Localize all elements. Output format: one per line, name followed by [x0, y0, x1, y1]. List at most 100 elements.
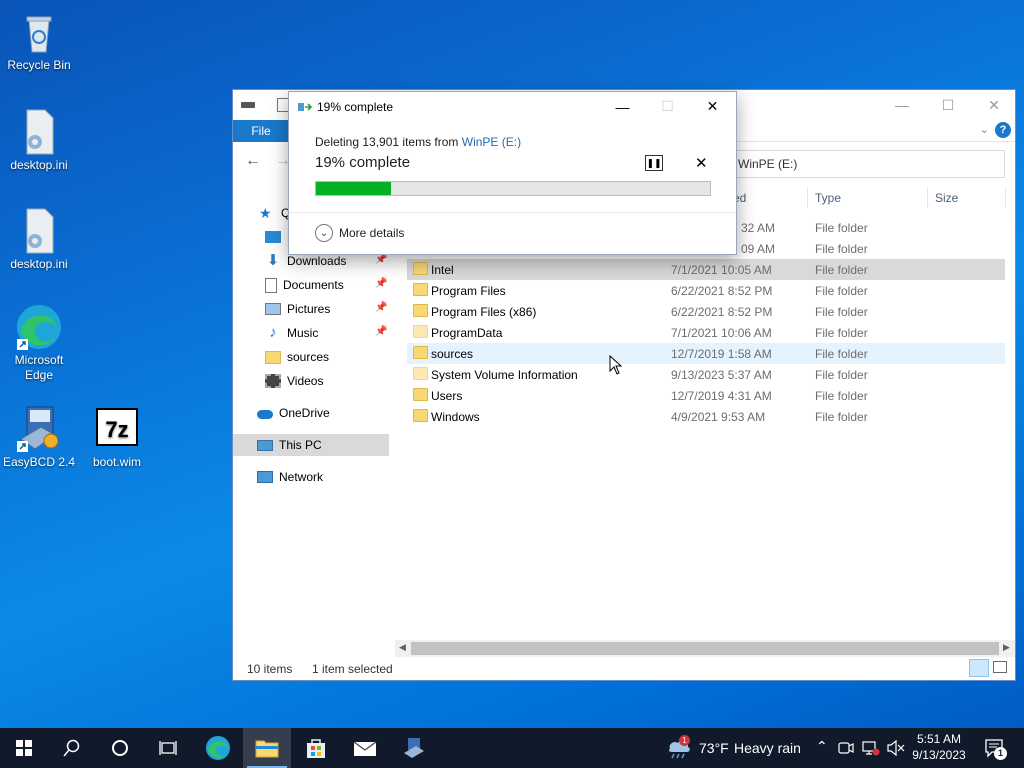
- weather-widget[interactable]: 1 73°F Heavy rain: [664, 728, 804, 768]
- cancel-operation-button[interactable]: ✕: [695, 154, 708, 172]
- desktop-icon-edge[interactable]: Microsoft Edge: [0, 303, 78, 383]
- delete-progress-dialog[interactable]: 19% complete — ☐ ✕ Deleting 13,901 items…: [288, 91, 737, 255]
- desktop-icon-recycle-bin[interactable]: Recycle Bin: [0, 8, 78, 73]
- help-icon[interactable]: ?: [995, 122, 1011, 138]
- column-header-date[interactable]: ed: [733, 188, 805, 208]
- nav-item-onedrive[interactable]: OneDrive: [257, 402, 389, 424]
- show-hidden-icons-chevron-up-icon[interactable]: ⌃: [816, 738, 828, 755]
- task-view-icon: [159, 741, 177, 755]
- large-icons-view-icon[interactable]: [993, 661, 1007, 673]
- meet-now-icon[interactable]: [838, 740, 854, 756]
- more-details-toggle[interactable]: ⌄ More details: [315, 224, 404, 242]
- dialog-divider: [289, 212, 736, 213]
- desktop-icon-desktop-ini-1[interactable]: desktop.ini: [0, 108, 78, 173]
- file-row[interactable]: Program Files (x86) 6/22/2021 8:52 PM Fi…: [407, 301, 1005, 322]
- expand-ribbon-icon[interactable]: ⌄: [980, 123, 989, 136]
- taskbar-easybcd[interactable]: [390, 728, 438, 768]
- desktop-icon-boot-wim[interactable]: 7z boot.wim: [78, 405, 156, 470]
- pin-icon[interactable]: 📌: [375, 302, 387, 313]
- file-name: Windows: [431, 410, 480, 424]
- notification-count-badge: 1: [994, 747, 1007, 760]
- clock-date: 9/13/2023: [912, 748, 966, 762]
- horizontal-scrollbar[interactable]: ◀ ▶: [395, 640, 1015, 657]
- pause-button[interactable]: ❚❚: [645, 155, 663, 171]
- explorer-close-button[interactable]: ✕: [971, 90, 1017, 120]
- explorer-minimize-button[interactable]: —: [879, 90, 925, 120]
- search-button[interactable]: [48, 728, 96, 768]
- edge-icon: [206, 736, 230, 760]
- desktop-icon-label: desktop.ini: [10, 257, 68, 271]
- cortana-button[interactable]: [96, 728, 144, 768]
- nav-item-sources[interactable]: sources: [265, 346, 389, 368]
- weather-badge: 1: [679, 735, 690, 746]
- scroll-right-arrow-icon[interactable]: ▶: [1003, 642, 1010, 653]
- clock[interactable]: 5:51 AM 9/13/2023: [908, 731, 970, 765]
- file-type: File folder: [815, 368, 868, 382]
- film-icon: [265, 374, 281, 388]
- nav-item-documents[interactable]: Documents 📌: [265, 274, 389, 296]
- desktop-icon-label: boot.wim: [92, 455, 142, 469]
- task-view-button[interactable]: [144, 728, 192, 768]
- nav-item-pictures[interactable]: Pictures 📌: [265, 298, 389, 320]
- file-name: ProgramData: [431, 326, 503, 340]
- settings-file-icon: [15, 207, 63, 255]
- taskbar-file-explorer[interactable]: [243, 728, 291, 768]
- nav-label: Pictures: [287, 302, 331, 316]
- dialog-subtitle: Deleting 13,901 items from WinPE (E:): [315, 135, 521, 149]
- folder-icon: [413, 409, 428, 422]
- source-drive-link[interactable]: WinPE (E:): [462, 135, 521, 149]
- taskbar-store[interactable]: [292, 728, 340, 768]
- nav-item-videos[interactable]: Videos: [265, 370, 389, 392]
- folder-icon: [413, 262, 428, 275]
- dialog-close-button[interactable]: ✕: [690, 92, 735, 121]
- address-bar[interactable]: WinPE (E:): [733, 150, 1005, 178]
- taskbar-mail[interactable]: [341, 728, 389, 768]
- file-date: 6/22/2021 8:52 PM: [671, 284, 773, 298]
- nav-item-network[interactable]: Network: [257, 466, 389, 488]
- more-details-label: More details: [339, 226, 405, 240]
- subtitle-text: Deleting 13,901 items from: [315, 135, 462, 149]
- file-row[interactable]: Program Files 6/22/2021 8:52 PM File fol…: [407, 280, 1005, 301]
- file-row[interactable]: System Volume Information 9/13/2023 5:37…: [407, 364, 1005, 385]
- dialog-minimize-button[interactable]: —: [600, 92, 645, 121]
- start-button[interactable]: [0, 728, 48, 768]
- file-date: 4/9/2021 9:53 AM: [671, 410, 766, 424]
- drive-icon: [241, 102, 255, 108]
- file-row[interactable]: Users 12/7/2019 4:31 AM File folder: [407, 385, 1005, 406]
- nav-item-music[interactable]: ♪ Music 📌: [265, 322, 389, 344]
- nav-item-this-pc[interactable]: This PC: [233, 434, 389, 456]
- file-row-selected[interactable]: Intel 7/1/2021 10:05 AM File folder: [407, 259, 1005, 280]
- column-header-type[interactable]: Type: [815, 188, 927, 208]
- file-row[interactable]: ProgramData 7/1/2021 10:06 AM File folde…: [407, 322, 1005, 343]
- file-date: 7/1/2021 10:06 AM: [671, 326, 772, 340]
- nav-label: Documents: [283, 278, 344, 292]
- desktop-icon-easybcd[interactable]: EasyBCD 2.4: [0, 405, 78, 470]
- file-row-hover[interactable]: sources 12/7/2019 1:58 AM File folder: [407, 343, 1005, 364]
- pin-icon[interactable]: 📌: [375, 278, 387, 289]
- action-center-button[interactable]: 1: [976, 728, 1024, 768]
- column-separator: [927, 188, 928, 208]
- scrollbar-thumb[interactable]: [411, 642, 999, 655]
- taskbar-edge[interactable]: [194, 728, 242, 768]
- progress-percent-label: 19% complete: [315, 154, 411, 171]
- file-explorer-icon: [255, 740, 279, 758]
- scroll-left-arrow-icon[interactable]: ◀: [399, 642, 406, 653]
- back-arrow-icon[interactable]: ←: [245, 152, 261, 170]
- pin-icon[interactable]: 📌: [375, 254, 387, 265]
- mail-envelope-icon: [353, 741, 377, 756]
- details-view-icon[interactable]: [969, 659, 989, 677]
- file-tab[interactable]: File: [233, 120, 289, 142]
- network-status-icon[interactable]: [862, 740, 880, 756]
- recycle-bin-icon: [15, 8, 63, 56]
- desktop-icon-desktop-ini-2[interactable]: desktop.ini: [0, 207, 78, 272]
- selection-count: 1 item selected: [312, 662, 393, 676]
- file-row[interactable]: Windows 4/9/2021 9:53 AM File folder: [407, 406, 1005, 427]
- navigation-pane: ★ Qu D ⬇ Downloads 📌 Documents 📌 Picture…: [233, 202, 389, 654]
- explorer-maximize-button[interactable]: ☐: [925, 90, 971, 120]
- pin-icon[interactable]: 📌: [375, 326, 387, 337]
- desktop-icon-label: desktop.ini: [10, 158, 68, 172]
- volume-muted-icon[interactable]: [886, 740, 906, 756]
- column-header-size[interactable]: Size: [935, 188, 1005, 208]
- file-name: Intel: [431, 263, 454, 277]
- edge-icon: [15, 303, 63, 351]
